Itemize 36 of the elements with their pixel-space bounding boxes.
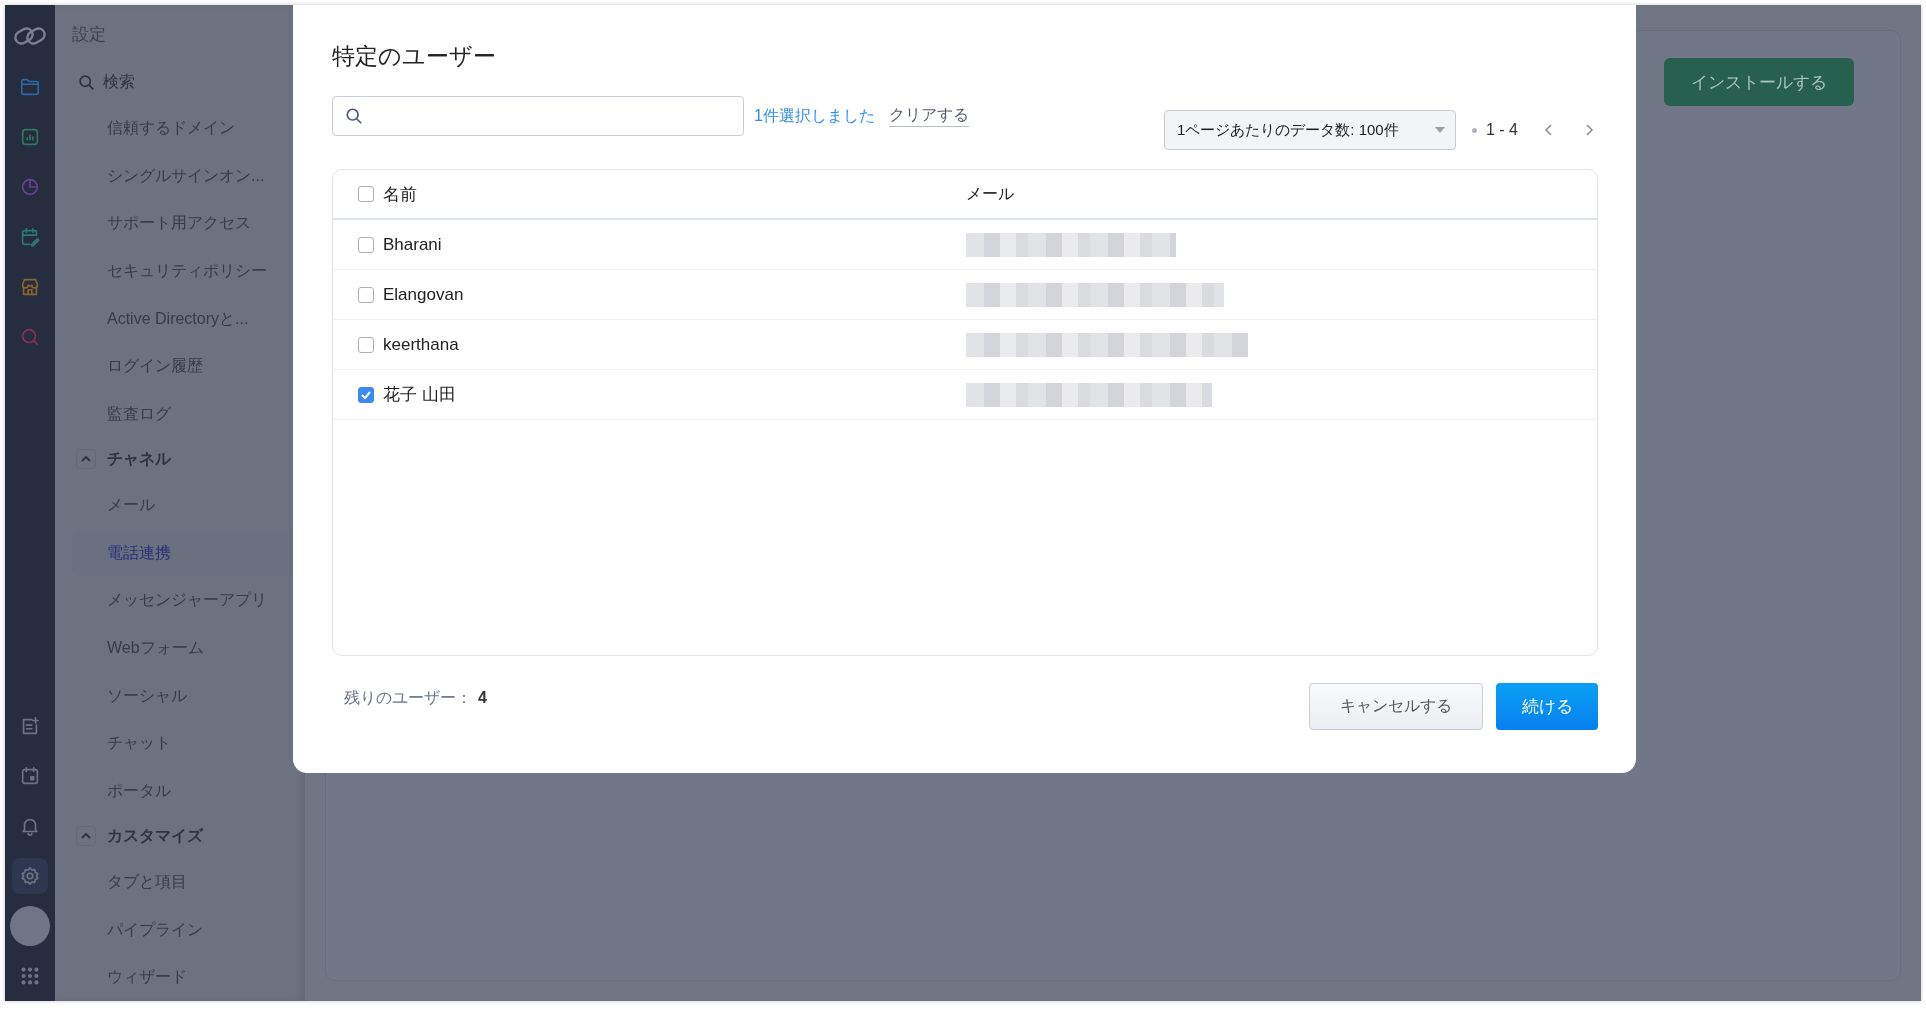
sidebar-search-field[interactable]: 検索 (78, 68, 278, 97)
row-checkbox[interactable] (358, 286, 374, 303)
section-title[interactable]: チャネル (107, 448, 171, 470)
install-button[interactable]: インストールする (1664, 58, 1854, 106)
search-field[interactable] (332, 96, 744, 136)
selection-count: 1件選択しました (754, 105, 875, 126)
select-all-checkbox[interactable] (358, 186, 374, 202)
search-icon (345, 107, 363, 125)
row-checkbox[interactable] (358, 236, 374, 253)
user-name: Bharani (383, 234, 442, 255)
remaining-users-count: 4 (478, 689, 487, 707)
user-name: keerthana (383, 334, 459, 355)
column-header: メール (966, 183, 1014, 204)
logo-icon (12, 24, 48, 48)
chevron-right-icon (1584, 123, 1594, 137)
row-checkbox[interactable] (358, 386, 374, 403)
page-size-dropdown[interactable]: 1ページあたりのデータ数: 100件 (1164, 110, 1456, 150)
search-icon (78, 73, 95, 91)
dialog-title: 特定のユーザー (332, 42, 497, 71)
remaining-users-label: 残りのユーザー： (344, 687, 472, 708)
caret-icon[interactable] (76, 449, 96, 470)
section-title[interactable]: カスタマイズ (107, 825, 203, 847)
gear-icon[interactable] (12, 858, 48, 894)
user-name: 花子 山田 (383, 384, 456, 406)
continue-button[interactable]: 続ける (1496, 682, 1598, 730)
clear-link[interactable]: クリアする (888, 105, 969, 127)
avatar[interactable] (10, 906, 50, 946)
caret-icon[interactable] (76, 826, 96, 847)
row-checkbox[interactable] (358, 336, 374, 353)
page-range: 1 - 4 (1486, 121, 1518, 139)
caret-icon (1435, 127, 1445, 133)
cancel-button[interactable]: キャンセルする (1309, 682, 1483, 730)
dot-icon (1472, 127, 1477, 133)
chevron-left-icon (1544, 123, 1554, 137)
user-name: Elangovan (383, 284, 464, 305)
column-header: 名前 (383, 183, 417, 206)
